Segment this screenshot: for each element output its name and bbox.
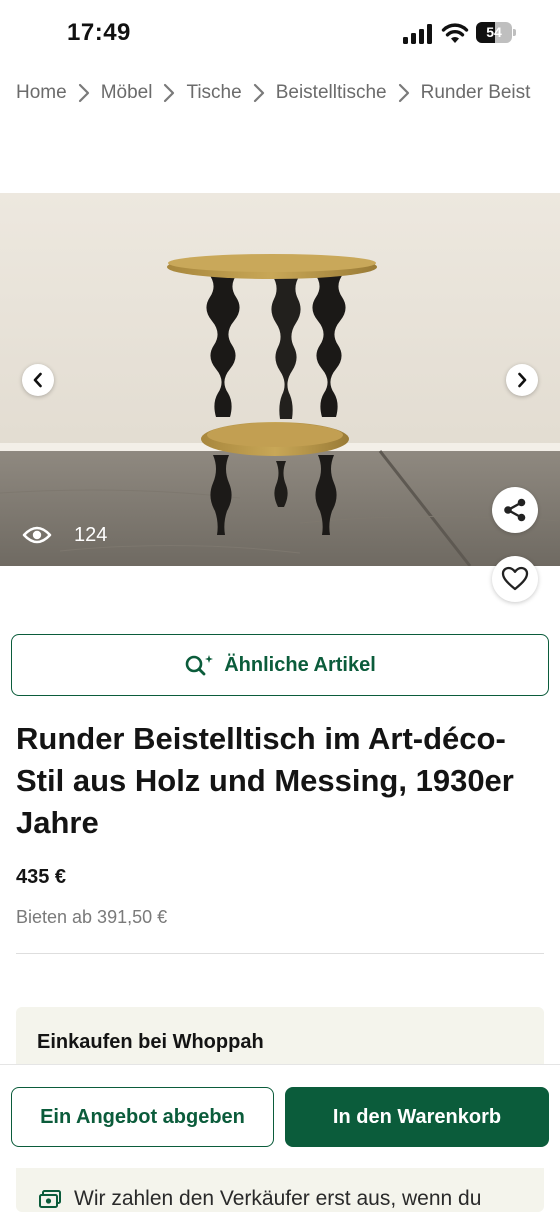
product-photo (0, 193, 560, 566)
status-time: 17:49 (67, 19, 131, 46)
chevron-right-icon (244, 83, 274, 103)
wifi-icon (441, 23, 469, 43)
battery-level: 54 (486, 24, 502, 40)
chevron-right-icon (518, 372, 527, 388)
status-bar: 17:49 54 (0, 0, 560, 66)
breadcrumb: Home Möbel Tische Beistelltische Runder … (16, 80, 530, 106)
heart-icon (501, 566, 529, 591)
battery-icon: 54 (476, 22, 516, 44)
breadcrumb-home[interactable]: Home (16, 82, 67, 104)
breadcrumb-moebel[interactable]: Möbel (101, 82, 153, 104)
view-count: 124 (74, 523, 108, 546)
chevron-left-icon (33, 372, 42, 388)
breadcrumb-beistelltische[interactable]: Beistelltische (276, 82, 387, 104)
share-button[interactable] (492, 487, 538, 533)
search-sparkle-icon (184, 653, 216, 677)
make-offer-button[interactable]: Ein Angebot abgeben (11, 1087, 274, 1147)
shop-info-heading: Einkaufen bei Whoppah (37, 1031, 264, 1053)
breadcrumb-current[interactable]: Runder Beist (421, 82, 531, 104)
favorite-button[interactable] (492, 556, 538, 602)
chevron-right-icon (69, 83, 99, 103)
view-counter: 124 (22, 521, 107, 549)
similar-items-label: Ähnliche Artikel (224, 653, 376, 676)
bottom-action-bar: Ein Angebot abgeben In den Warenkorb (0, 1064, 560, 1168)
add-to-cart-button[interactable]: In den Warenkorb (285, 1087, 549, 1147)
product-gallery[interactable]: 124 (0, 193, 560, 566)
money-icon (38, 1189, 62, 1209)
gallery-next-button[interactable] (506, 364, 538, 396)
eye-icon (22, 526, 52, 544)
divider (16, 953, 544, 954)
share-icon (504, 498, 526, 522)
signal-icon (403, 24, 432, 44)
bid-from-text: Bieten ab 391,50 € (16, 907, 168, 927)
chevron-right-icon (389, 83, 419, 103)
similar-items-button[interactable]: Ähnliche Artikel (11, 634, 549, 696)
product-price: 435 € (16, 866, 67, 888)
product-title: Runder Beistelltisch im Art-déco-Stil au… (16, 721, 514, 840)
breadcrumb-tische[interactable]: Tische (186, 82, 241, 104)
chevron-right-icon (154, 83, 184, 103)
payout-note-text: Wir zahlen den Verkäufer erst aus, wenn … (74, 1187, 482, 1210)
payout-note: Wir zahlen den Verkäufer erst aus, wenn … (38, 1187, 481, 1211)
gallery-prev-button[interactable] (22, 364, 54, 396)
